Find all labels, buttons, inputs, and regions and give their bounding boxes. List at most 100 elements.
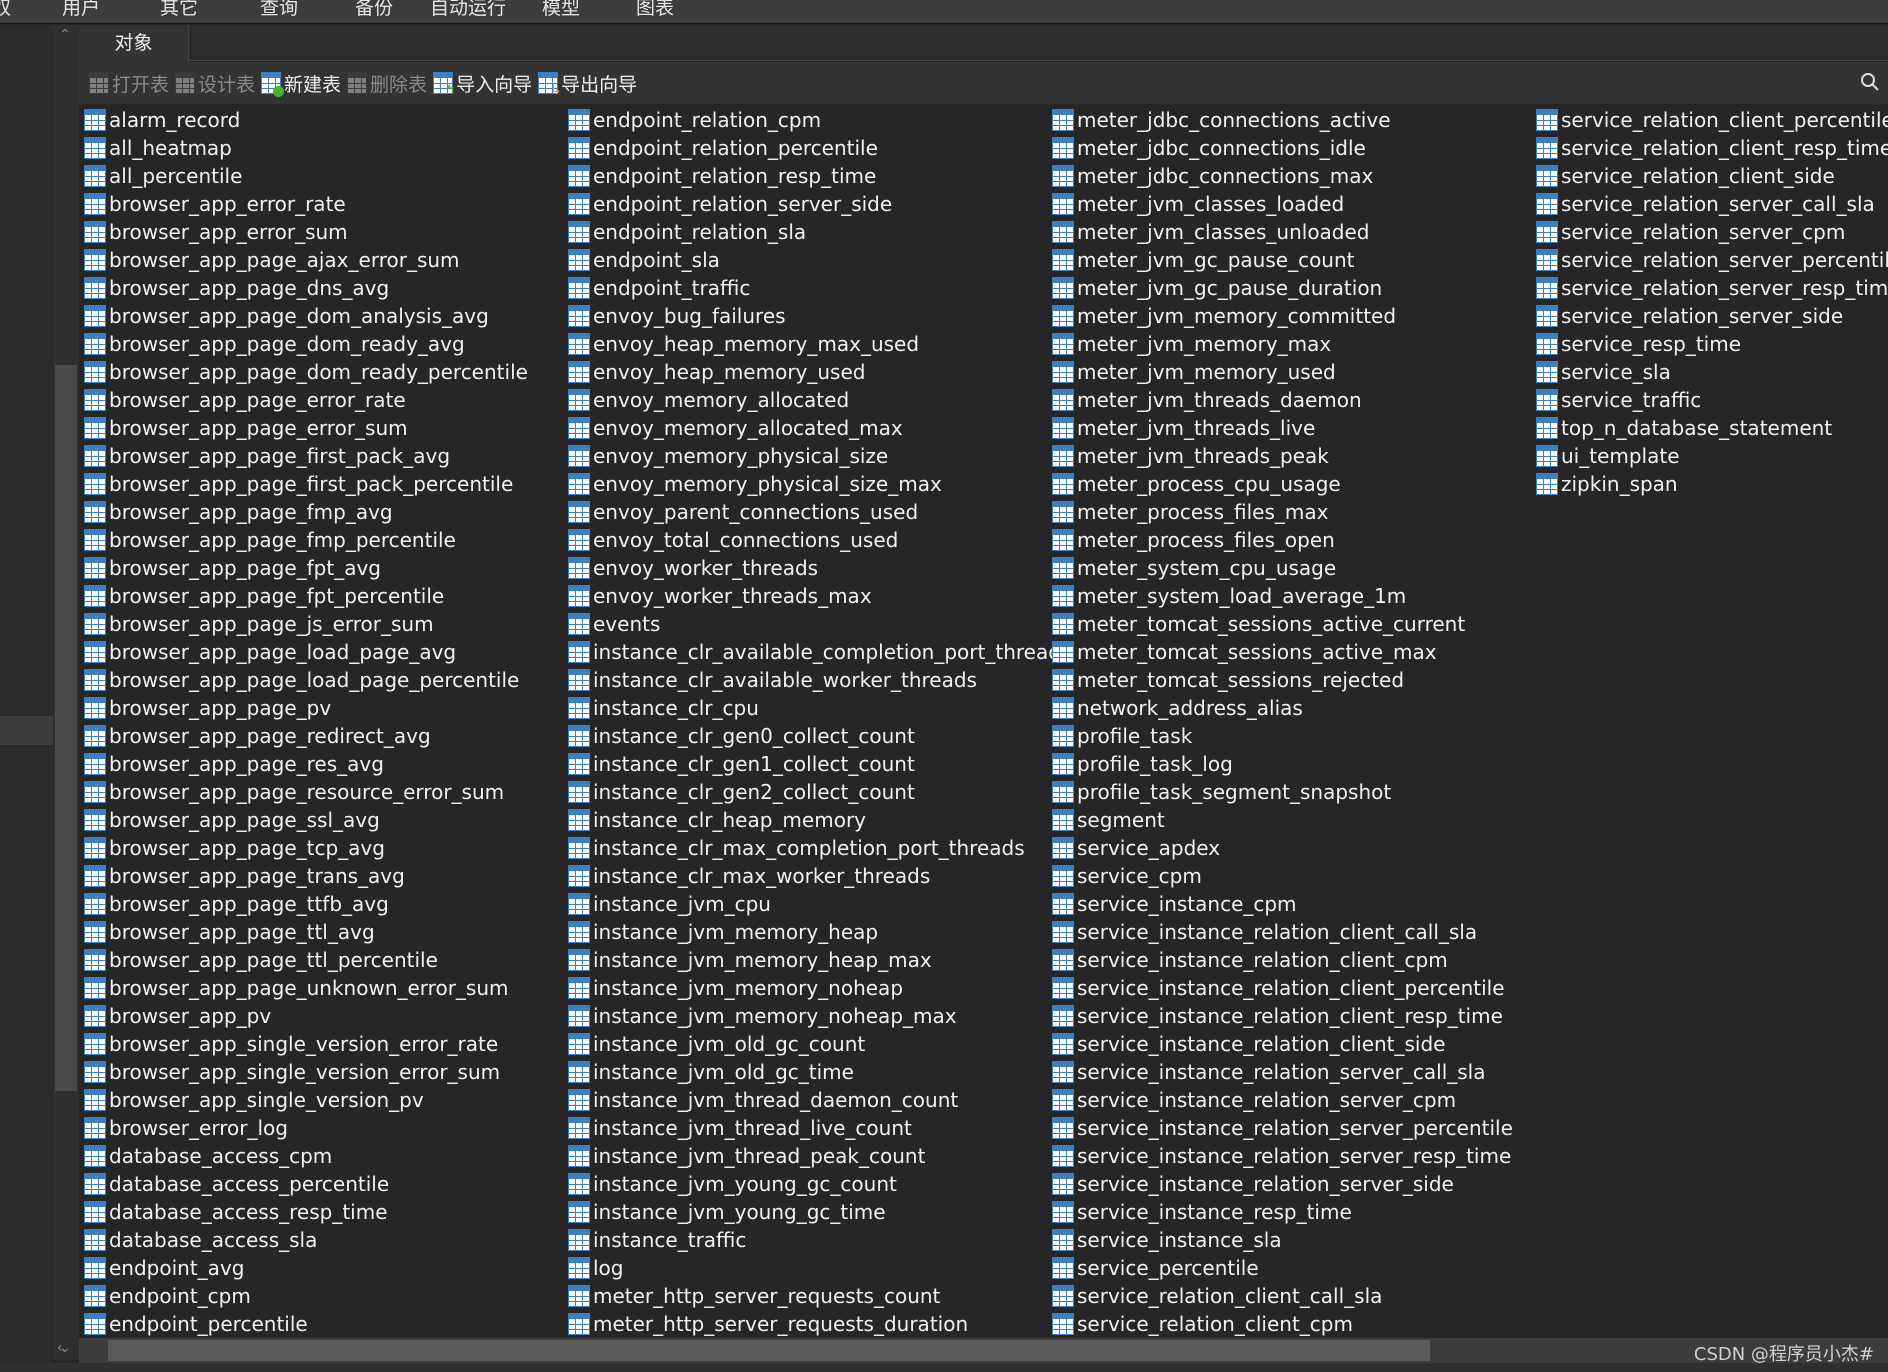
selected-connection[interactable] <box>0 716 53 745</box>
table-item[interactable]: browser_app_page_res_avg <box>84 750 568 778</box>
table-item[interactable]: endpoint_relation_percentile <box>568 134 1052 162</box>
menu-user[interactable]: 用户 <box>62 0 100 18</box>
table-item[interactable]: service_relation_client_call_sla <box>1052 1282 1536 1310</box>
table-item[interactable]: service_cpm <box>1052 862 1536 890</box>
table-item[interactable]: endpoint_traffic <box>568 274 1052 302</box>
table-item[interactable]: endpoint_relation_cpm <box>568 106 1052 134</box>
table-item[interactable]: zipkin_span <box>1536 470 1888 498</box>
horizontal-scrollbar[interactable]: ‹ <box>57 1338 1888 1363</box>
table-item[interactable]: browser_app_page_first_pack_percentile <box>84 470 568 498</box>
tab-objects[interactable]: 对象 <box>79 25 189 62</box>
table-item[interactable]: envoy_memory_allocated_max <box>568 414 1052 442</box>
table-item[interactable]: instance_clr_gen0_collect_count <box>568 722 1052 750</box>
table-item[interactable]: instance_jvm_thread_peak_count <box>568 1142 1052 1170</box>
menu-automation[interactable]: 自动运行 <box>430 0 506 18</box>
table-item[interactable]: instance_jvm_memory_heap <box>568 918 1052 946</box>
table-item[interactable]: envoy_worker_threads_max <box>568 582 1052 610</box>
table-item[interactable]: meter_process_cpu_usage <box>1052 470 1536 498</box>
table-item[interactable]: meter_process_files_max <box>1052 498 1536 526</box>
table-item[interactable]: meter_jvm_gc_pause_duration <box>1052 274 1536 302</box>
table-item[interactable]: meter_jvm_threads_daemon <box>1052 386 1536 414</box>
table-item[interactable]: service_relation_server_call_sla <box>1536 190 1888 218</box>
table-item[interactable]: meter_jvm_memory_max <box>1052 330 1536 358</box>
table-item[interactable]: envoy_total_connections_used <box>568 526 1052 554</box>
table-item[interactable]: instance_clr_gen2_collect_count <box>568 778 1052 806</box>
table-item[interactable]: meter_process_files_open <box>1052 526 1536 554</box>
export-wizard-button[interactable]: ↳ 导出向导 <box>538 70 637 97</box>
table-item[interactable]: browser_app_page_pv <box>84 694 568 722</box>
table-item[interactable]: instance_clr_available_worker_threads <box>568 666 1052 694</box>
table-item[interactable]: ui_template <box>1536 442 1888 470</box>
table-item[interactable]: browser_app_page_load_page_avg <box>84 638 568 666</box>
table-item[interactable]: browser_app_error_sum <box>84 218 568 246</box>
table-item[interactable]: meter_jvm_gc_pause_count <box>1052 246 1536 274</box>
table-item[interactable]: endpoint_relation_sla <box>568 218 1052 246</box>
table-item[interactable]: instance_jvm_young_gc_count <box>568 1170 1052 1198</box>
table-item[interactable]: instance_jvm_memory_heap_max <box>568 946 1052 974</box>
table-item[interactable]: service_instance_relation_client_resp_ti… <box>1052 1002 1536 1030</box>
table-item[interactable]: service_relation_client_side <box>1536 162 1888 190</box>
table-item[interactable]: service_instance_relation_client_side <box>1052 1030 1536 1058</box>
table-item[interactable]: meter_tomcat_sessions_rejected <box>1052 666 1536 694</box>
table-item[interactable]: browser_app_page_ttl_percentile <box>84 946 568 974</box>
table-item[interactable]: browser_app_page_unknown_error_sum <box>84 974 568 1002</box>
table-item[interactable]: service_relation_client_cpm <box>1052 1310 1536 1338</box>
table-item[interactable]: database_access_resp_time <box>84 1198 568 1226</box>
menu-chart[interactable]: 图表 <box>636 0 674 18</box>
table-item[interactable]: profile_task_log <box>1052 750 1536 778</box>
table-item[interactable]: browser_app_page_redirect_avg <box>84 722 568 750</box>
table-item[interactable]: browser_app_page_ajax_error_sum <box>84 246 568 274</box>
import-wizard-button[interactable]: ↰ 导入向导 <box>433 70 532 97</box>
table-item[interactable]: events <box>568 610 1052 638</box>
table-item[interactable]: browser_app_page_fmp_percentile <box>84 526 568 554</box>
table-item[interactable]: service_traffic <box>1536 386 1888 414</box>
table-item[interactable]: browser_app_page_ttl_avg <box>84 918 568 946</box>
table-item[interactable]: browser_app_page_fmp_avg <box>84 498 568 526</box>
table-item[interactable]: browser_app_page_dom_ready_avg <box>84 330 568 358</box>
table-item[interactable]: browser_app_page_error_rate <box>84 386 568 414</box>
table-item[interactable]: database_access_percentile <box>84 1170 568 1198</box>
table-item[interactable]: browser_app_page_resource_error_sum <box>84 778 568 806</box>
table-item[interactable]: service_instance_relation_client_call_sl… <box>1052 918 1536 946</box>
table-item[interactable]: database_access_cpm <box>84 1142 568 1170</box>
table-item[interactable]: endpoint_avg <box>84 1254 568 1282</box>
table-item[interactable]: log <box>568 1254 1052 1282</box>
table-item[interactable]: browser_app_page_ttfb_avg <box>84 890 568 918</box>
table-item[interactable]: service_instance_cpm <box>1052 890 1536 918</box>
menu-backup[interactable]: 备份 <box>355 0 393 18</box>
table-item[interactable]: service_percentile <box>1052 1254 1536 1282</box>
table-item[interactable]: meter_jdbc_connections_active <box>1052 106 1536 134</box>
table-item[interactable]: instance_clr_gen1_collect_count <box>568 750 1052 778</box>
table-item[interactable]: instance_traffic <box>568 1226 1052 1254</box>
table-item[interactable]: alarm_record <box>84 106 568 134</box>
table-item[interactable]: browser_app_error_rate <box>84 190 568 218</box>
design-table-button[interactable]: 设计表 <box>175 70 255 97</box>
table-item[interactable]: service_relation_server_percentile <box>1536 246 1888 274</box>
table-item[interactable]: meter_jdbc_connections_idle <box>1052 134 1536 162</box>
table-item[interactable]: service_relation_client_percentile <box>1536 106 1888 134</box>
table-item[interactable]: instance_clr_cpu <box>568 694 1052 722</box>
table-item[interactable]: network_address_alias <box>1052 694 1536 722</box>
table-item[interactable]: meter_jvm_classes_loaded <box>1052 190 1536 218</box>
table-item[interactable]: service_instance_resp_time <box>1052 1198 1536 1226</box>
table-item[interactable]: browser_app_page_fpt_avg <box>84 554 568 582</box>
table-item[interactable]: instance_jvm_young_gc_time <box>568 1198 1052 1226</box>
table-item[interactable]: meter_http_server_requests_duration <box>568 1310 1052 1338</box>
table-item[interactable]: endpoint_relation_resp_time <box>568 162 1052 190</box>
table-item[interactable]: meter_jvm_classes_unloaded <box>1052 218 1536 246</box>
table-item[interactable]: meter_http_server_requests_count <box>568 1282 1052 1310</box>
vertical-scrollbar[interactable]: ⌃ ⌄ <box>53 25 79 1360</box>
table-item[interactable]: service_relation_server_cpm <box>1536 218 1888 246</box>
table-item[interactable]: browser_app_page_dom_analysis_avg <box>84 302 568 330</box>
scrollbar-thumb[interactable] <box>55 365 77 1091</box>
table-item[interactable]: meter_tomcat_sessions_active_max <box>1052 638 1536 666</box>
table-item[interactable]: service_instance_relation_server_resp_ti… <box>1052 1142 1536 1170</box>
table-item[interactable]: browser_app_page_js_error_sum <box>84 610 568 638</box>
table-item[interactable]: browser_app_page_ssl_avg <box>84 806 568 834</box>
table-item[interactable]: instance_clr_heap_memory <box>568 806 1052 834</box>
table-item[interactable]: endpoint_percentile <box>84 1310 568 1338</box>
table-item[interactable]: browser_app_page_fpt_percentile <box>84 582 568 610</box>
table-item[interactable]: profile_task_segment_snapshot <box>1052 778 1536 806</box>
table-item[interactable]: service_instance_sla <box>1052 1226 1536 1254</box>
table-item[interactable]: meter_tomcat_sessions_active_current <box>1052 610 1536 638</box>
